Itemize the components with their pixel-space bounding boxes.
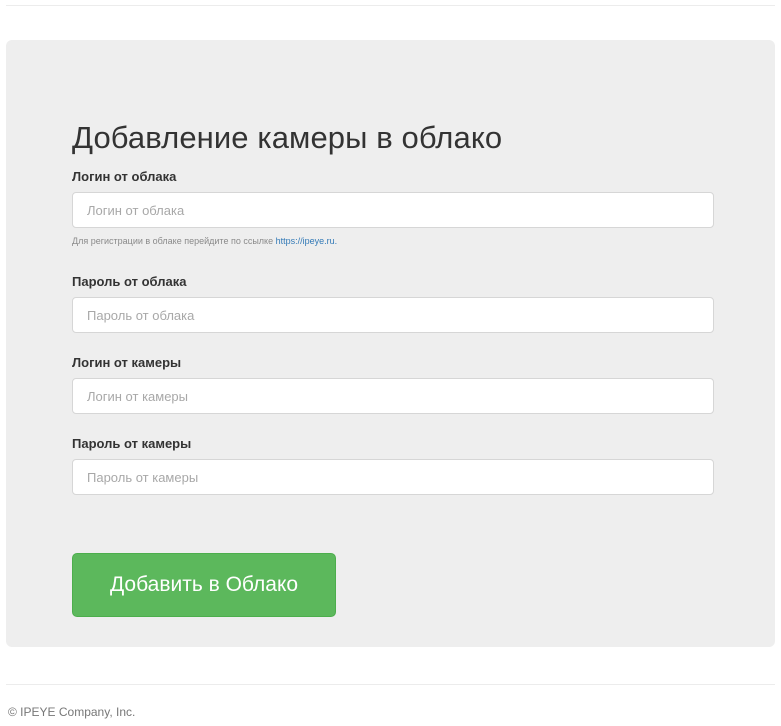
camera-password-input[interactable] xyxy=(72,459,714,495)
add-to-cloud-button[interactable]: Добавить в Облако xyxy=(72,553,336,617)
top-divider xyxy=(6,5,775,6)
camera-login-input[interactable] xyxy=(72,378,714,414)
registration-help-label: Для регистрации в облаке перейдите по сс… xyxy=(72,236,276,246)
cloud-login-label: Логин от облака xyxy=(72,169,177,184)
camera-login-label: Логин от камеры xyxy=(72,355,182,370)
camera-password-label: Пароль от камеры xyxy=(72,436,192,451)
registration-help-text: Для регистрации в облаке перейдите по сс… xyxy=(72,236,337,246)
cloud-login-input[interactable] xyxy=(72,192,714,228)
cloud-password-label: Пароль от облака xyxy=(72,274,187,289)
page-title: Добавление камеры в облако xyxy=(72,120,503,155)
registration-link[interactable]: https://ipeye.ru. xyxy=(276,236,338,246)
cloud-password-input[interactable] xyxy=(72,297,714,333)
bottom-divider xyxy=(6,684,775,685)
form-panel: Добавление камеры в облако Логин от обла… xyxy=(6,40,775,647)
footer-copyright: © IPEYE Company, Inc. xyxy=(8,705,136,719)
